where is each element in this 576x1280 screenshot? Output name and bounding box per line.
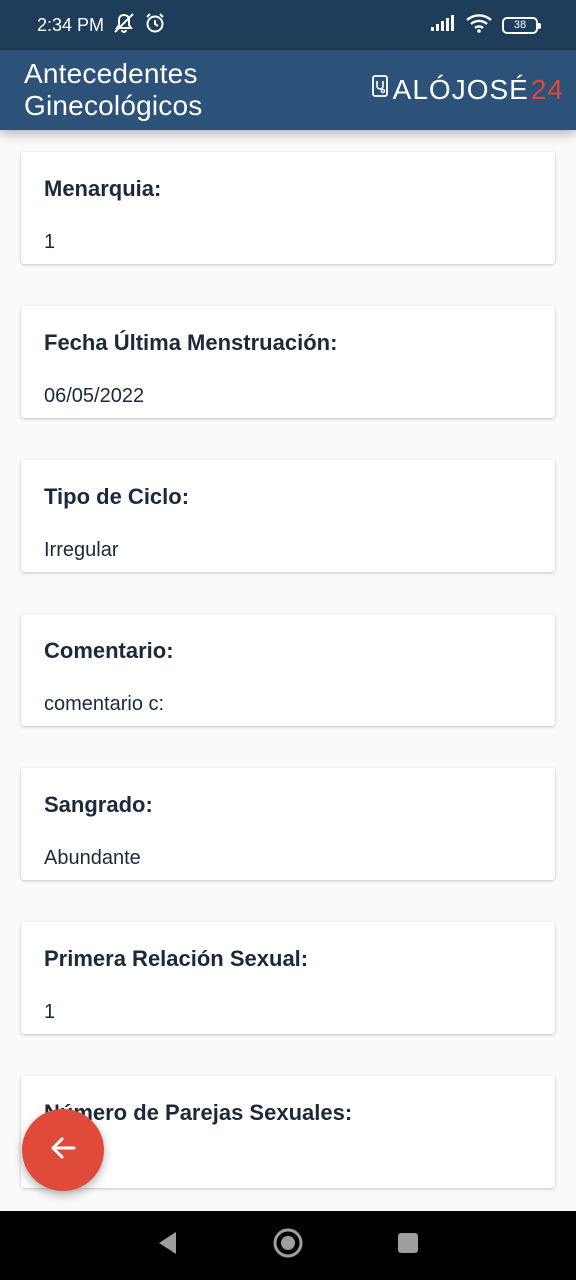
status-bar: 2:34 PM 38 [0, 0, 576, 50]
system-nav-bar [0, 1211, 576, 1280]
content-list[interactable]: Menarquia: 1 Fecha Última Menstruación: … [0, 130, 576, 1211]
field-label: Sangrado: [44, 792, 153, 817]
back-triangle-icon[interactable] [156, 1230, 180, 1261]
field-value: comentario c: [44, 693, 165, 715]
signal-icon [430, 14, 456, 37]
back-fab-button[interactable] [22, 1109, 104, 1191]
home-circle-icon[interactable] [272, 1227, 304, 1264]
field-value: Irregular [44, 539, 119, 561]
stethoscope-icon [371, 73, 391, 108]
field-label: Comentario: [44, 638, 174, 663]
field-card-fecha-ultima-menstruacion: Fecha Última Menstruación: 06/05/2022 [21, 306, 555, 418]
page-title: Antecedentes Ginecológicos [24, 58, 203, 121]
field-value: 1 [44, 1001, 56, 1023]
arrow-back-icon [48, 1133, 78, 1168]
field-label: Primera Relación Sexual: [44, 946, 309, 971]
field-value: 1 [44, 231, 56, 253]
field-card-menarquia: Menarquia: 1 [21, 152, 555, 264]
status-time: 2:34 PM [37, 14, 105, 35]
field-label: Número de Parejas Sexuales: [44, 1100, 353, 1125]
alarm-icon [144, 12, 166, 39]
field-card-comentario: Comentario: comentario c: [21, 614, 555, 726]
app-bar: Antecedentes Ginecológicos ALÓJOSÉ 24 [0, 50, 576, 130]
notifications-off-icon [112, 12, 136, 39]
battery-icon: 38 [502, 16, 541, 34]
field-label: Menarquia: [44, 176, 162, 201]
field-label: Fecha Última Menstruación: [44, 330, 338, 355]
field-card-sangrado: Sangrado: Abundante [21, 768, 555, 880]
recents-square-icon[interactable] [396, 1231, 420, 1260]
logo-text-accent: 24 [530, 74, 564, 105]
field-card-primera-relacion-sexual: Primera Relación Sexual: 1 [21, 922, 555, 1034]
wifi-icon [466, 13, 492, 38]
field-card-tipo-de-ciclo: Tipo de Ciclo: Irregular [21, 460, 555, 572]
field-value: 06/05/2022 [44, 385, 145, 407]
field-label: Tipo de Ciclo: [44, 484, 190, 509]
battery-level: 38 [513, 19, 527, 31]
brand-logo: ALÓJOSÉ 24 [371, 73, 564, 108]
field-value: Abundante [44, 847, 141, 869]
logo-text-main: ALÓJOSÉ [392, 74, 529, 105]
status-right: 38 [430, 13, 541, 38]
field-card-numero-de-parejas-sexuales: Número de Parejas Sexuales: [21, 1076, 555, 1188]
status-left: 2:34 PM [37, 12, 166, 39]
